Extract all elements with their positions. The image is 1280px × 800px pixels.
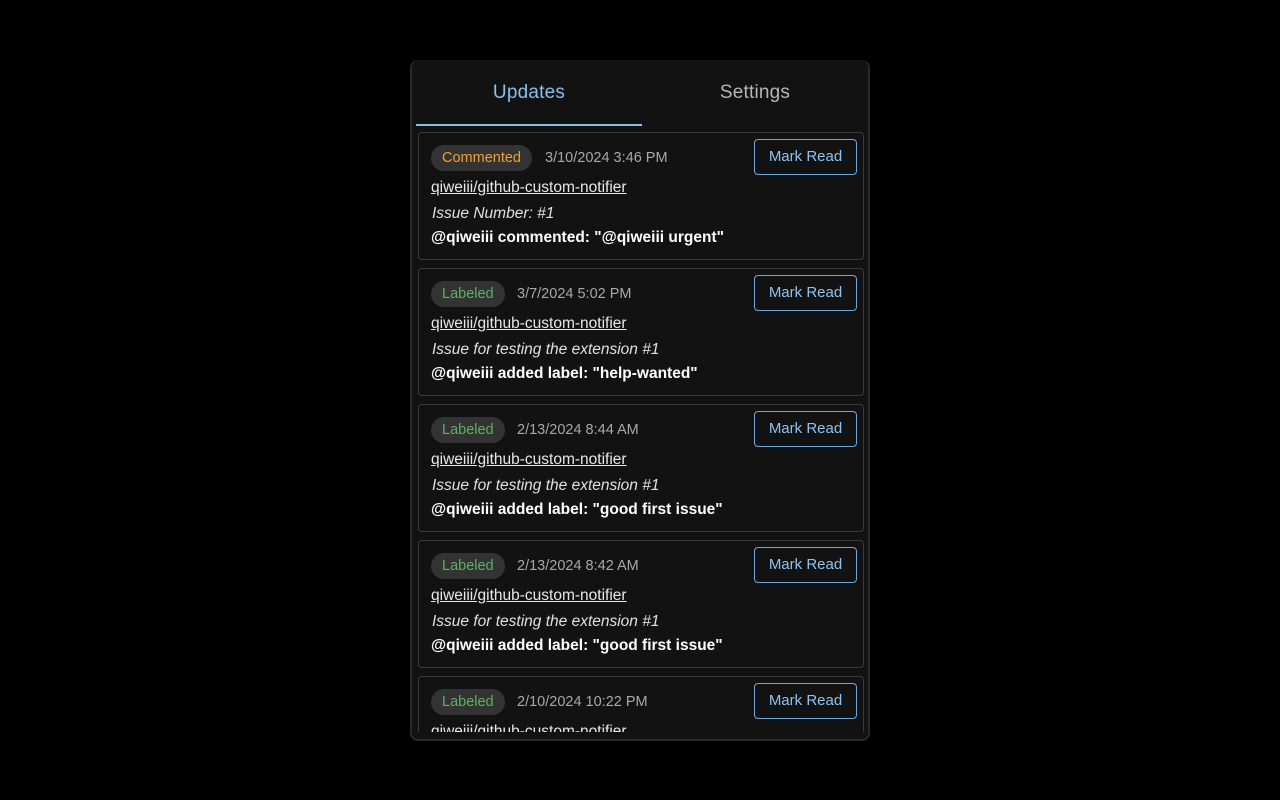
mark-read-button[interactable]: Mark Read bbox=[754, 275, 857, 311]
event-description: @qiweiii added label: "good first issue" bbox=[431, 637, 723, 654]
tab-updates[interactable]: Updates bbox=[416, 60, 642, 126]
event-type-badge: Labeled bbox=[431, 281, 505, 307]
repo-link[interactable]: qiweiii/github-custom-notifier bbox=[431, 179, 627, 197]
notification-card: Commented 3/10/2024 3:46 PM Mark Read qi… bbox=[418, 132, 864, 260]
notification-list[interactable]: Commented 3/10/2024 3:46 PM Mark Read qi… bbox=[418, 132, 868, 732]
notification-card: Labeled 2/10/2024 10:22 PM Mark Read qiw… bbox=[418, 676, 864, 732]
event-type-badge: Commented bbox=[431, 145, 532, 171]
notification-card: Labeled 3/7/2024 5:02 PM Mark Read qiwei… bbox=[418, 268, 864, 396]
tab-bar: Updates Settings bbox=[416, 60, 868, 126]
screen-background: Updates Settings Commented 3/10/2024 3:4… bbox=[0, 0, 1280, 800]
list-bottom-edge bbox=[412, 732, 868, 739]
repo-link[interactable]: qiweiii/github-custom-notifier bbox=[431, 587, 627, 605]
extension-popup: Updates Settings Commented 3/10/2024 3:4… bbox=[410, 60, 870, 741]
notification-date: 2/13/2024 8:44 AM bbox=[517, 422, 639, 438]
event-description: @qiweiii commented: "@qiweiii urgent" bbox=[431, 229, 724, 246]
issue-title: Issue for testing the extension #1 bbox=[432, 477, 660, 494]
tab-settings[interactable]: Settings bbox=[642, 60, 868, 126]
issue-title: Issue Number: #1 bbox=[432, 205, 555, 222]
issue-title: Issue for testing the extension #1 bbox=[432, 613, 660, 630]
event-type-badge: Labeled bbox=[431, 689, 505, 715]
notification-card: Labeled 2/13/2024 8:42 AM Mark Read qiwe… bbox=[418, 540, 864, 668]
repo-link[interactable]: qiweiii/github-custom-notifier bbox=[431, 723, 627, 732]
issue-title: Issue for testing the extension #1 bbox=[432, 341, 660, 358]
event-type-badge: Labeled bbox=[431, 417, 505, 443]
notification-date: 3/7/2024 5:02 PM bbox=[517, 286, 632, 302]
mark-read-button[interactable]: Mark Read bbox=[754, 683, 857, 719]
notification-date: 2/10/2024 10:22 PM bbox=[517, 694, 648, 710]
notification-date: 3/10/2024 3:46 PM bbox=[545, 150, 668, 166]
mark-read-button[interactable]: Mark Read bbox=[754, 411, 857, 447]
event-type-badge: Labeled bbox=[431, 553, 505, 579]
event-description: @qiweiii added label: "good first issue" bbox=[431, 501, 723, 518]
notification-date: 2/13/2024 8:42 AM bbox=[517, 558, 639, 574]
notification-card: Labeled 2/13/2024 8:44 AM Mark Read qiwe… bbox=[418, 404, 864, 532]
repo-link[interactable]: qiweiii/github-custom-notifier bbox=[431, 451, 627, 469]
mark-read-button[interactable]: Mark Read bbox=[754, 139, 857, 175]
mark-read-button[interactable]: Mark Read bbox=[754, 547, 857, 583]
event-description: @qiweiii added label: "help-wanted" bbox=[431, 365, 698, 382]
repo-link[interactable]: qiweiii/github-custom-notifier bbox=[431, 315, 627, 333]
